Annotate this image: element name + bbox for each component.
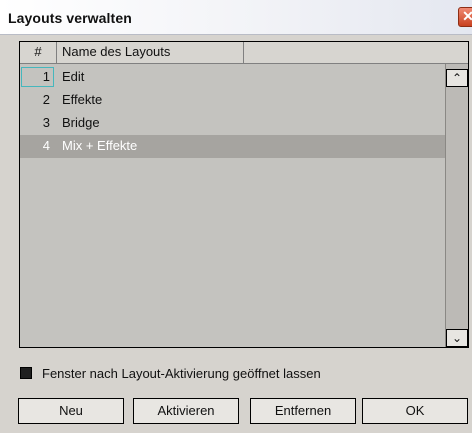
column-header-empty[interactable] xyxy=(244,42,468,63)
layout-number: 3 xyxy=(42,115,50,130)
vertical-scrollbar[interactable]: ⌃ ⌄ xyxy=(445,64,468,347)
list-item[interactable]: 1 Edit xyxy=(20,66,445,89)
layout-name[interactable]: Mix + Effekte xyxy=(62,135,137,157)
scroll-down-icon[interactable]: ⌄ xyxy=(446,329,468,347)
layout-name[interactable]: Bridge xyxy=(62,112,100,134)
list-item[interactable]: 2 Effekte xyxy=(20,89,445,112)
new-button[interactable]: Neu xyxy=(18,398,124,424)
remove-button[interactable]: Entfernen xyxy=(250,398,356,424)
dialog-title: Layouts verwalten xyxy=(8,10,132,26)
layouts-list: # Name des Layouts 1 Edit 2 Effekte 3 Br… xyxy=(19,41,469,348)
layout-name[interactable]: Effekte xyxy=(62,89,102,111)
list-rows: 1 Edit 2 Effekte 3 Bridge 4 Mix + Effekt… xyxy=(20,64,445,347)
list-item-selected[interactable]: 4 Mix + Effekte xyxy=(20,135,445,158)
layout-number: 4 xyxy=(42,138,50,153)
layouts-dialog: Layouts verwalten ✕ # Name des Layouts 1… xyxy=(0,0,472,433)
keep-open-checkbox[interactable] xyxy=(20,367,32,379)
ok-button[interactable]: OK xyxy=(362,398,468,424)
scroll-up-icon[interactable]: ⌃ xyxy=(446,69,468,87)
keep-open-label[interactable]: Fenster nach Layout-Aktivierung geöffnet… xyxy=(42,366,321,381)
column-header-name[interactable]: Name des Layouts xyxy=(57,42,244,63)
close-icon[interactable]: ✕ xyxy=(458,7,472,27)
layout-number: 2 xyxy=(42,92,50,107)
layout-name[interactable]: Edit xyxy=(62,66,84,88)
column-header-number[interactable]: # xyxy=(20,42,57,63)
layout-number: 1 xyxy=(42,69,50,84)
list-item[interactable]: 3 Bridge xyxy=(20,112,445,135)
activate-button[interactable]: Aktivieren xyxy=(133,398,239,424)
list-header: # Name des Layouts xyxy=(20,42,468,64)
title-bar[interactable]: Layouts verwalten ✕ xyxy=(0,0,472,35)
